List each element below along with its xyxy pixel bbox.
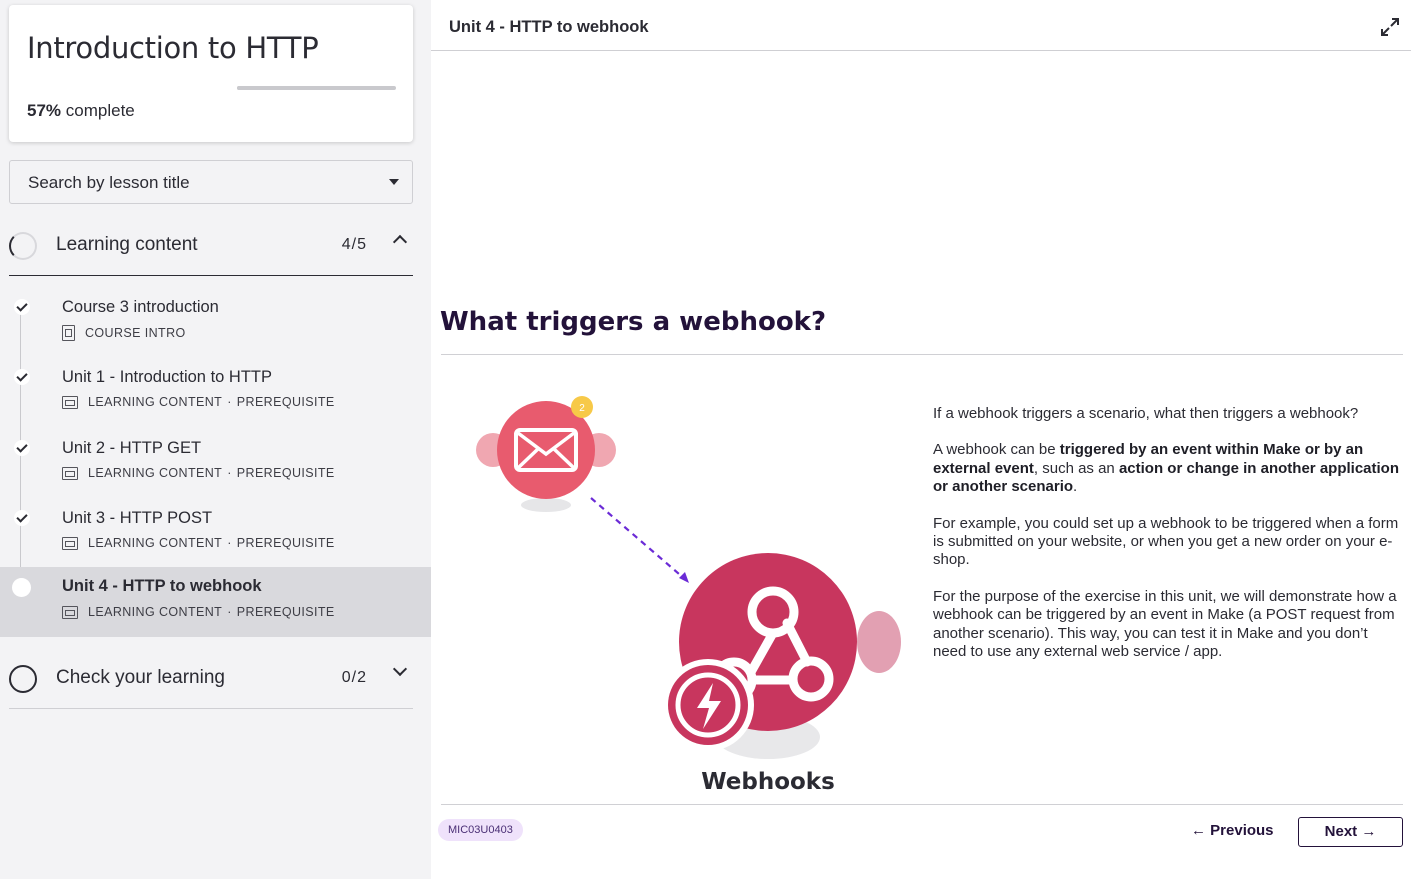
meta-separator: · bbox=[227, 605, 232, 619]
body-text-run: A webhook can be bbox=[933, 441, 1060, 459]
notification-badge: 2 bbox=[579, 403, 585, 414]
course-card: Introduction to HTTP 57% complete bbox=[9, 5, 413, 142]
lesson-meta: COURSE INTRO bbox=[62, 325, 186, 341]
previous-button[interactable]: ← Previous bbox=[1191, 822, 1274, 839]
module-caption: Webhooks bbox=[701, 769, 835, 795]
lesson-meta: LEARNING CONTENT · PREREQUISITE bbox=[62, 605, 335, 619]
lesson-meta: LEARNING CONTENT · PREREQUISITE bbox=[62, 536, 335, 550]
body-paragraph: A webhook can be triggered by an event w… bbox=[933, 441, 1403, 496]
lesson-title: Unit 2 - HTTP GET bbox=[62, 439, 202, 457]
progress-ring-icon bbox=[9, 232, 37, 260]
body-text-run: . bbox=[1073, 478, 1078, 496]
email-module: 2 bbox=[476, 396, 616, 512]
lesson-title: Unit 1 - Introduction to HTTP bbox=[62, 368, 272, 386]
lesson-title: Unit 3 - HTTP POST bbox=[62, 509, 213, 527]
meta-separator: · bbox=[227, 536, 232, 550]
lesson-headline: What triggers a webhook? bbox=[440, 307, 827, 337]
sidebar: Introduction to HTTP 57% complete Search… bbox=[0, 0, 431, 879]
media-icon bbox=[62, 395, 78, 409]
course-title: Introduction to HTTP bbox=[27, 31, 319, 65]
lesson-type: LEARNING CONTENT bbox=[88, 395, 223, 409]
progress-ring-icon bbox=[9, 665, 37, 693]
lesson-item[interactable]: Unit 2 - HTTP GET LEARNING CONTENT · PREREQ… bbox=[0, 436, 431, 506]
webhook-illustration: 2 Webhooks bbox=[476, 396, 901, 795]
next-button[interactable]: Next → bbox=[1298, 817, 1403, 847]
meta-separator: · bbox=[227, 395, 232, 409]
content-header: Unit 4 - HTTP to webhook bbox=[431, 0, 1411, 51]
lesson-title: Course 3 introduction bbox=[62, 298, 219, 316]
lesson-tag: PREREQUISITE bbox=[236, 395, 335, 409]
arrowhead bbox=[679, 572, 689, 583]
media-icon bbox=[62, 536, 78, 550]
footer-divider bbox=[441, 804, 1403, 805]
lesson-tag: PREREQUISITE bbox=[236, 536, 335, 550]
progress-bar bbox=[237, 86, 396, 90]
chevron-down-icon[interactable] bbox=[392, 661, 408, 677]
media-icon bbox=[62, 466, 78, 480]
lesson-code-badge: MIC03U0403 bbox=[438, 819, 523, 841]
body-paragraph: For the purpose of the exercise in this … bbox=[933, 588, 1403, 662]
section-title: Learning content bbox=[56, 234, 198, 255]
body-paragraph: If a webhook triggers a scenario, what t… bbox=[933, 405, 1403, 423]
lesson-type: COURSE INTRO bbox=[85, 326, 186, 340]
lesson-content-panel: Unit 4 - HTTP to webhook What triggers a… bbox=[431, 0, 1421, 879]
section-learning-content[interactable]: Learning content 4/5 bbox=[9, 210, 413, 276]
lesson-meta: LEARNING CONTENT · PREREQUISITE bbox=[62, 466, 335, 480]
divider bbox=[441, 354, 1403, 355]
body-paragraph: For example, you could set up a webhook … bbox=[933, 515, 1403, 570]
webhooks-module: Webhooks bbox=[662, 553, 901, 795]
current-lesson-dot-icon bbox=[12, 578, 31, 597]
checkmark-icon bbox=[14, 510, 30, 526]
lesson-item[interactable]: Unit 4 - HTTP to webhook LEARNING CONTENT… bbox=[0, 567, 431, 637]
lesson-item[interactable]: Unit 1 - Introduction to HTTP LEARNING CO… bbox=[0, 365, 431, 435]
unit-title: Unit 4 - HTTP to webhook bbox=[449, 18, 649, 36]
lesson-title: Unit 4 - HTTP to webhook bbox=[62, 577, 262, 595]
section-count: 0/2 bbox=[341, 669, 367, 686]
body-text-run: If a webhook triggers a scenario, what t… bbox=[933, 405, 1359, 422]
body-text-run: , such as an bbox=[1033, 459, 1119, 477]
media-icon bbox=[62, 605, 78, 619]
lesson-item[interactable]: Unit 3 - HTTP POST LEARNING CONTENT · PRERE… bbox=[0, 506, 431, 576]
body-text-run: For example, you could set up a webhook … bbox=[933, 514, 1399, 569]
section-title: Check your learning bbox=[56, 667, 225, 688]
connection-arrow bbox=[590, 497, 687, 581]
lesson-type: LEARNING CONTENT bbox=[88, 466, 223, 480]
lesson-type: LEARNING CONTENT bbox=[88, 536, 223, 550]
checkmark-icon bbox=[14, 369, 30, 385]
lesson-type: LEARNING CONTENT bbox=[88, 605, 223, 619]
meta-separator: · bbox=[227, 466, 232, 480]
lesson-search-select[interactable]: Search by lesson title bbox=[9, 160, 413, 204]
lesson-meta: LEARNING CONTENT · PREREQUISITE bbox=[62, 395, 335, 409]
document-icon bbox=[62, 325, 75, 341]
expand-icon[interactable] bbox=[1379, 16, 1401, 38]
body-text-run: For the purpose of the exercise in this … bbox=[933, 587, 1397, 661]
chevron-up-icon[interactable] bbox=[392, 234, 408, 250]
lesson-tag: PREREQUISITE bbox=[236, 605, 335, 619]
checkmark-icon bbox=[14, 440, 30, 456]
checkmark-icon bbox=[14, 299, 30, 315]
lesson-item[interactable]: Course 3 introduction COURSE INTRO bbox=[0, 295, 431, 365]
lesson-tag: PREREQUISITE bbox=[236, 466, 335, 480]
search-placeholder: Search by lesson title bbox=[28, 173, 190, 192]
progress-value: 57% bbox=[27, 101, 62, 120]
section-check-your-learning[interactable]: Check your learning 0/2 bbox=[9, 643, 413, 709]
lesson-body: If a webhook triggers a scenario, what t… bbox=[933, 405, 1403, 679]
caret-down-icon bbox=[389, 179, 399, 185]
progress-suffix: complete bbox=[65, 101, 135, 120]
progress-label: 57% complete bbox=[27, 101, 135, 121]
progress-fill bbox=[237, 86, 328, 90]
section-count: 4/5 bbox=[341, 236, 367, 253]
